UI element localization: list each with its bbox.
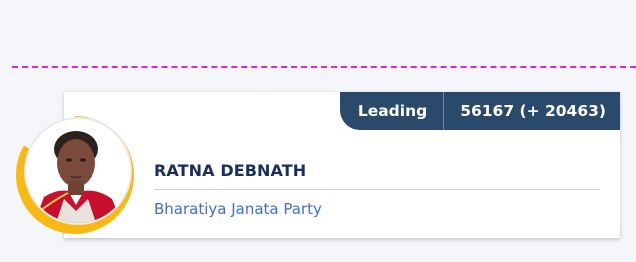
candidate-avatar [16, 116, 134, 234]
name-divider [154, 189, 600, 190]
candidate-card: Leading 56167 (+ 20463) [64, 92, 620, 238]
party-name: Bharatiya Janata Party [154, 200, 322, 218]
vote-count: 56167 (+ 20463) [460, 102, 606, 120]
candidate-photo-image [26, 119, 130, 223]
section-divider [12, 66, 636, 68]
status-label: Leading [357, 102, 428, 120]
result-status-bar: Leading 56167 (+ 20463) [339, 92, 620, 130]
candidate-name: RATNA DEBNATH [154, 161, 307, 180]
candidate-photo [26, 119, 130, 223]
